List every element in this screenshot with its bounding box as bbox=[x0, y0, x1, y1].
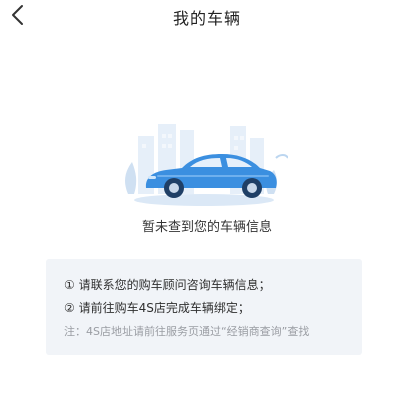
info-line-contact-advisor: ① 请联系您的购车顾问咨询车辆信息； bbox=[64, 278, 271, 292]
info-line-bind-at-dealer: ② 请前往购车4S店完成车辆绑定； bbox=[64, 301, 250, 315]
empty-state-message: 暂未查到您的车辆信息 bbox=[141, 220, 272, 235]
header-bar: 我的车辆 bbox=[0, 0, 414, 30]
car-city-illustration bbox=[118, 116, 289, 212]
info-card: ① 请联系您的购车顾问咨询车辆信息； ② 请前往购车4S店完成车辆绑定； 注：4… bbox=[46, 259, 362, 355]
info-note: 注：4S店地址请前往服务页通过“经销商查询”查找 bbox=[64, 325, 310, 338]
page-title: 我的车辆 bbox=[172, 9, 241, 28]
